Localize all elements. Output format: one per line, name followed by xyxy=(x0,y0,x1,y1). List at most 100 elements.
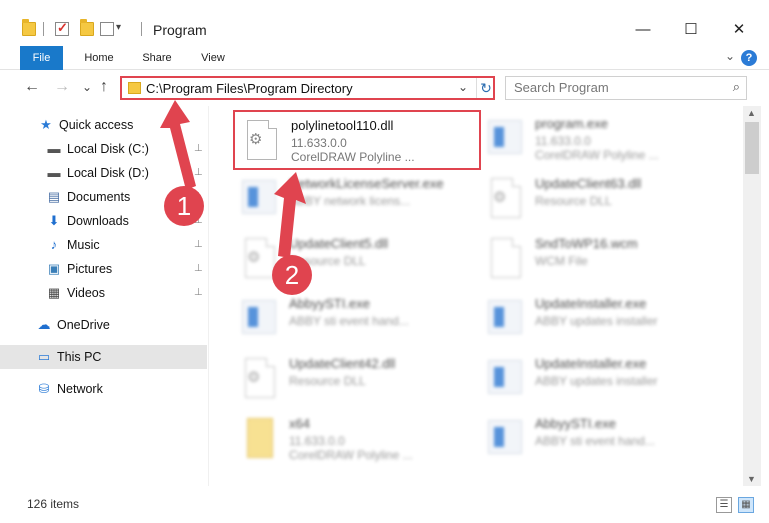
window-title: Program xyxy=(153,22,207,38)
new-folder-icon[interactable] xyxy=(80,19,94,36)
refresh-button[interactable]: ↻ xyxy=(476,78,495,98)
file-detail: 11.633.0.0 xyxy=(535,134,591,148)
file-item[interactable]: AbbyySTI.exe ABBY sti event hand... xyxy=(233,290,481,350)
sidebar-item-label: Downloads xyxy=(67,214,129,228)
large-icons-view-icon[interactable]: ▦ xyxy=(738,497,754,513)
file-item[interactable]: AbbyySTI.exe ABBY sti event hand... xyxy=(479,410,727,470)
file-name: NetworkLicenseServer.exe xyxy=(289,176,444,191)
tab-share[interactable]: Share xyxy=(136,46,178,70)
properties-icon[interactable] xyxy=(55,20,69,36)
tab-home[interactable]: Home xyxy=(78,46,120,70)
file-description: CorelDRAW Polyline ... xyxy=(289,448,413,462)
forward-button[interactable]: → xyxy=(54,78,70,96)
sidebar-item-pictures[interactable]: ▣ Pictures ⊥ xyxy=(0,257,207,281)
pin-icon[interactable]: ⊥ xyxy=(194,263,203,274)
recent-locations-button[interactable]: ⌄ xyxy=(82,80,92,94)
sidebar-item-local-disk-d[interactable]: ▬ Local Disk (D:) ⊥ xyxy=(0,161,207,185)
file-detail: ABBY sti event hand... xyxy=(535,434,655,448)
vertical-scrollbar[interactable]: ▲ ▼ xyxy=(743,106,761,486)
zip-file-icon xyxy=(239,416,279,462)
gear-icon: ⚙ xyxy=(493,189,507,206)
file-item-content: AbbyySTI.exe ABBY sti event hand... xyxy=(479,410,727,470)
gear-icon: ⚙ xyxy=(247,249,261,266)
search-input[interactable] xyxy=(514,80,714,95)
file-item[interactable]: UpdateInstaller.exe ABBY updates installe… xyxy=(479,350,727,410)
file-item[interactable]: UpdateInstaller.exe ABBY updates installe… xyxy=(479,290,727,350)
file-item[interactable]: NetworkLicenseServer.exe ABBY network lic… xyxy=(233,170,481,230)
videos-icon: ▦ xyxy=(47,285,61,300)
maximize-button[interactable]: ☐ xyxy=(668,16,714,44)
sidebar-item-label: This PC xyxy=(57,350,102,364)
file-item[interactable]: SndToWP16.wcm WCM File xyxy=(479,230,727,290)
exe-window-shape xyxy=(488,360,522,394)
scroll-thumb[interactable] xyxy=(745,122,759,174)
exe-file-icon xyxy=(485,416,525,462)
details-view-icon[interactable]: ☰ xyxy=(716,497,732,513)
gear-icon: ⚙ xyxy=(249,131,263,148)
ribbon-expand-icon[interactable]: ⌄ xyxy=(725,49,735,63)
file-item-selected[interactable]: ⚙ polylinetool110.dll 11.633.0.0 CorelDRAW … xyxy=(233,110,481,170)
exe-window-shape xyxy=(488,120,522,154)
sidebar-item-onedrive[interactable]: ☁ OneDrive xyxy=(0,313,207,337)
pin-icon[interactable]: ⊥ xyxy=(194,143,203,154)
file-name: UpdateInstaller.exe xyxy=(535,356,647,371)
scroll-up-icon[interactable]: ▲ xyxy=(747,108,756,118)
title-bar: ▾ Program — ☐ ✕ xyxy=(0,0,769,46)
up-button[interactable]: ↑ xyxy=(100,78,108,96)
customize-toolbar-icon[interactable] xyxy=(100,22,114,36)
file-item-content: UpdateInstaller.exe ABBY updates installe… xyxy=(479,290,727,350)
search-box[interactable]: ⌕ xyxy=(505,76,747,100)
file-item[interactable]: ⚙ UpdateClient42.dll Resource DLL xyxy=(233,350,481,410)
star-icon: ★ xyxy=(40,117,52,132)
back-button[interactable]: ← xyxy=(24,78,40,96)
sidebar-item-local-disk-c[interactable]: ▬ Local Disk (C:) ⊥ xyxy=(0,137,207,161)
file-name: AbbyySTI.exe xyxy=(289,296,370,311)
file-name: UpdateClient42.dll xyxy=(289,356,396,371)
file-item[interactable]: x64 11.633.0.0 CorelDRAW Polyline ... xyxy=(233,410,481,470)
dll-file-icon: ⚙ xyxy=(241,118,281,164)
file-name: program.exe xyxy=(535,116,608,131)
file-detail: 11.633.0.0 xyxy=(289,434,345,448)
pictures-icon: ▣ xyxy=(47,261,61,276)
exe-window-shape xyxy=(488,420,522,454)
file-item[interactable]: program.exe 11.633.0.0 CorelDRAW Polyline … xyxy=(479,110,727,170)
sidebar-item-network[interactable]: ⛁ Network xyxy=(0,377,207,401)
minimize-button[interactable]: — xyxy=(620,16,666,44)
pin-icon[interactable]: ⊥ xyxy=(194,287,203,298)
search-icon[interactable]: ⌕ xyxy=(733,79,740,95)
scroll-down-icon[interactable]: ▼ xyxy=(747,474,756,484)
chevron-down-icon[interactable]: ⌄ xyxy=(458,80,468,94)
doc-file-icon xyxy=(485,236,525,282)
sidebar-item-quick-access[interactable]: ★ Quick access xyxy=(0,113,207,137)
file-item-content: x64 11.633.0.0 CorelDRAW Polyline ... xyxy=(233,410,481,470)
step-1-callout: 1 xyxy=(164,186,204,226)
status-bar: 126 items ☰ ▦ xyxy=(0,488,769,523)
sidebar-item-music[interactable]: ♪ Music ⊥ xyxy=(0,233,207,257)
address-path[interactable]: C:\Program Files\Program Directory xyxy=(146,81,353,96)
sidebar-item-this-pc[interactable]: ▭ This PC xyxy=(0,345,207,369)
drive-icon: ▬ xyxy=(47,165,61,180)
exe-file-icon xyxy=(239,296,279,342)
chevron-down-icon[interactable]: ▾ xyxy=(116,22,121,33)
file-list: ⚙ polylinetool110.dll 11.633.0.0 CorelDRAW … xyxy=(209,106,743,486)
address-bar[interactable]: C:\Program Files\Program Directory ⌄ ↻ xyxy=(120,76,495,100)
pin-icon[interactable]: ⊥ xyxy=(194,167,203,178)
help-icon[interactable]: ? xyxy=(741,50,757,66)
folder-icon[interactable] xyxy=(22,19,36,36)
exe-file-icon xyxy=(485,356,525,402)
file-item[interactable]: ⚙ UpdateClient5.dll Resource DLL xyxy=(233,230,481,290)
sidebar-item-label: Documents xyxy=(67,190,131,204)
gear-icon: ⚙ xyxy=(247,369,261,386)
file-item-content: ⚙ UpdateClient63.dll Resource DLL xyxy=(479,170,727,230)
file-name: UpdateClient5.dll xyxy=(289,236,389,251)
exe-file-icon xyxy=(485,296,525,342)
tab-view[interactable]: View xyxy=(192,46,234,70)
tab-file[interactable]: File xyxy=(20,46,63,70)
close-button[interactable]: ✕ xyxy=(716,16,762,44)
sidebar-item-videos[interactable]: ▦ Videos ⊥ xyxy=(0,281,207,305)
exe-file-icon xyxy=(485,116,525,162)
file-item-content: AbbyySTI.exe ABBY sti event hand... xyxy=(233,290,481,350)
file-item[interactable]: ⚙ UpdateClient63.dll Resource DLL xyxy=(479,170,727,230)
document-shape xyxy=(491,238,521,278)
pin-icon[interactable]: ⊥ xyxy=(194,239,203,250)
